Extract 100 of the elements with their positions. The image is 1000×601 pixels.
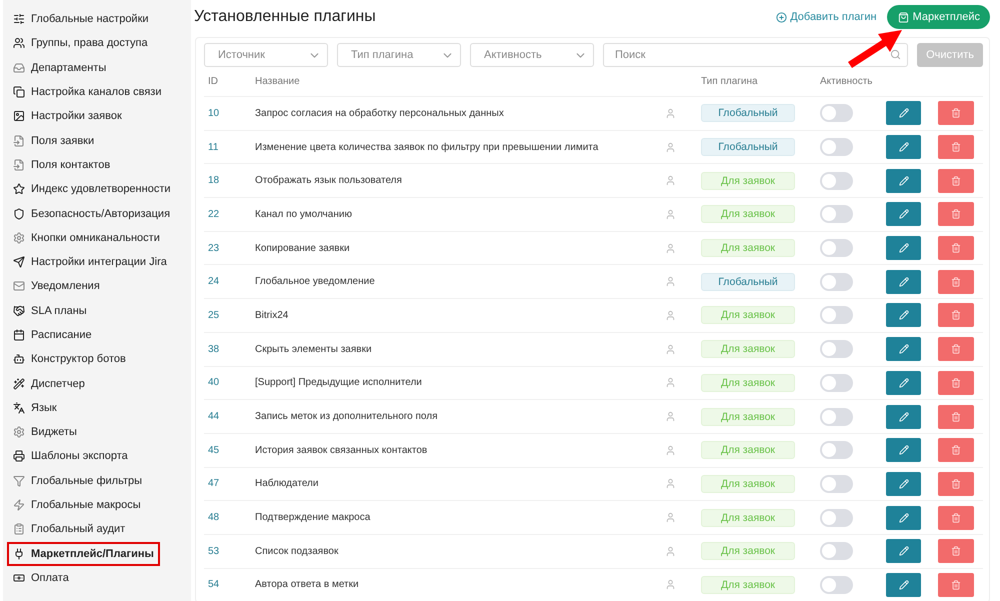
activity-toggle[interactable] xyxy=(820,306,853,324)
add-plugin-link[interactable]: Добавить плагин xyxy=(776,11,877,23)
plugin-id[interactable]: 18 xyxy=(204,175,255,186)
plugin-id[interactable]: 24 xyxy=(204,276,255,288)
edit-button[interactable] xyxy=(886,168,921,193)
activity-toggle[interactable] xyxy=(820,272,853,291)
sidebar-item[interactable]: Маркетплейс/Плагины xyxy=(7,542,160,566)
plugin-id[interactable]: 38 xyxy=(204,344,255,355)
sliders-icon xyxy=(13,13,25,26)
plugin-id[interactable]: 44 xyxy=(204,411,255,422)
sidebar-item[interactable]: Уведомления xyxy=(7,274,106,299)
activity-toggle[interactable] xyxy=(820,172,853,190)
sidebar-item[interactable]: Расписание xyxy=(7,322,98,348)
sidebar-item[interactable]: Безопасность/Авторизация xyxy=(7,201,176,226)
plugin-id[interactable]: 53 xyxy=(204,546,255,557)
sidebar-item[interactable]: Поля контактов xyxy=(7,152,116,178)
plugin-id[interactable]: 11 xyxy=(204,142,255,153)
sidebar-item[interactable]: Поля заявки xyxy=(7,128,100,153)
plugin-id[interactable]: 22 xyxy=(204,208,255,220)
delete-button[interactable] xyxy=(938,539,974,564)
delete-button[interactable] xyxy=(938,438,974,462)
delete-button[interactable] xyxy=(938,337,974,362)
edit-button[interactable] xyxy=(886,337,921,362)
plugin-id[interactable]: 45 xyxy=(204,444,255,456)
edit-button[interactable] xyxy=(886,472,921,496)
edit-button[interactable] xyxy=(886,303,921,328)
activity-select[interactable]: Активность xyxy=(470,43,594,67)
plugin-name: Bitrix24 xyxy=(255,310,290,321)
edit-button[interactable] xyxy=(886,572,921,597)
sidebar-item[interactable]: Глобальные фильтры xyxy=(7,468,148,493)
activity-toggle[interactable] xyxy=(820,104,853,122)
sidebar-item[interactable]: Виджеты xyxy=(7,420,83,444)
plugin-id[interactable]: 25 xyxy=(204,310,255,321)
sidebar-item[interactable]: Глобальные настройки xyxy=(7,7,155,32)
pencil-icon xyxy=(898,276,908,287)
sidebar-item[interactable]: Настройка каналов связи xyxy=(7,80,168,104)
delete-button[interactable] xyxy=(938,236,974,260)
plugin-type-select[interactable]: Тип плагина xyxy=(337,43,461,67)
activity-toggle[interactable] xyxy=(820,239,853,258)
sidebar-item[interactable]: Кнопки омниканальности xyxy=(7,226,166,250)
plugin-name: Изменение цвета количества заявок по фильтру при превышении лимита xyxy=(255,142,600,153)
sidebar-item[interactable]: Оплата xyxy=(7,566,75,590)
sidebar-item[interactable]: Шаблоны экспорта xyxy=(7,444,134,469)
sidebar-item[interactable]: Глобальные макросы xyxy=(7,492,147,518)
delete-button[interactable] xyxy=(938,101,974,126)
delete-button[interactable] xyxy=(938,572,974,597)
edit-button[interactable] xyxy=(886,404,921,429)
edit-button[interactable] xyxy=(886,270,921,294)
sidebar-item[interactable]: Настройки интеграции Jira xyxy=(7,250,173,274)
edit-button[interactable] xyxy=(886,539,921,564)
activity-toggle[interactable] xyxy=(820,441,853,460)
plugin-id[interactable]: 48 xyxy=(204,512,255,524)
delete-button[interactable] xyxy=(938,370,974,395)
source-select[interactable]: Источник xyxy=(204,43,328,67)
language-icon xyxy=(13,402,25,414)
activity-toggle[interactable] xyxy=(820,374,853,392)
activity-toggle[interactable] xyxy=(820,138,853,156)
sidebar-item[interactable]: Язык xyxy=(7,396,63,420)
activity-toggle[interactable] xyxy=(820,474,853,493)
plugin-id[interactable]: 47 xyxy=(204,478,255,490)
edit-button[interactable] xyxy=(886,236,921,260)
delete-button[interactable] xyxy=(938,202,974,226)
sidebar-item[interactable]: Настройки заявок xyxy=(7,104,128,128)
activity-toggle[interactable] xyxy=(820,340,853,358)
plugin-id[interactable]: 23 xyxy=(204,242,255,254)
sidebar-item[interactable]: Глобальный аудит xyxy=(7,517,132,542)
edit-button[interactable] xyxy=(886,101,921,126)
edit-button[interactable] xyxy=(886,370,921,395)
plugin-type-tag: Для заявок xyxy=(701,306,795,324)
sidebar-item[interactable]: Конструктор ботов xyxy=(7,347,132,372)
search-field[interactable]: Поиск xyxy=(603,43,908,67)
delete-button[interactable] xyxy=(938,270,974,294)
edit-button[interactable] xyxy=(886,135,921,160)
sidebar-item[interactable]: Индекс удовлетворенности xyxy=(7,177,177,202)
sidebar-item[interactable]: Диспетчер xyxy=(7,371,91,396)
edit-button[interactable] xyxy=(886,202,921,226)
activity-toggle[interactable] xyxy=(820,508,853,527)
sidebar-item[interactable]: SLA планы xyxy=(7,298,93,323)
delete-button[interactable] xyxy=(938,168,974,193)
delete-button[interactable] xyxy=(938,135,974,160)
delete-button[interactable] xyxy=(938,404,974,429)
pencil-icon xyxy=(898,176,908,186)
activity-toggle[interactable] xyxy=(820,542,853,560)
activity-toggle[interactable] xyxy=(820,205,853,224)
edit-button[interactable] xyxy=(886,506,921,530)
plugin-id[interactable]: 10 xyxy=(204,108,255,119)
activity-toggle[interactable] xyxy=(820,408,853,426)
delete-button[interactable] xyxy=(938,472,974,496)
sidebar-item[interactable]: Департаменты xyxy=(7,56,112,80)
activity-toggle[interactable] xyxy=(820,576,853,594)
pencil-icon xyxy=(898,478,908,489)
plugin-id[interactable]: 54 xyxy=(204,579,255,590)
star-icon xyxy=(13,183,25,196)
column-header: Тип плагина xyxy=(701,76,759,87)
sidebar-item[interactable]: Группы, права доступа xyxy=(7,31,154,56)
delete-button[interactable] xyxy=(938,506,974,530)
plugin-name: Скрыть элементы заявки xyxy=(255,344,373,355)
edit-button[interactable] xyxy=(886,438,921,462)
plugin-id[interactable]: 40 xyxy=(204,377,255,388)
delete-button[interactable] xyxy=(938,303,974,328)
